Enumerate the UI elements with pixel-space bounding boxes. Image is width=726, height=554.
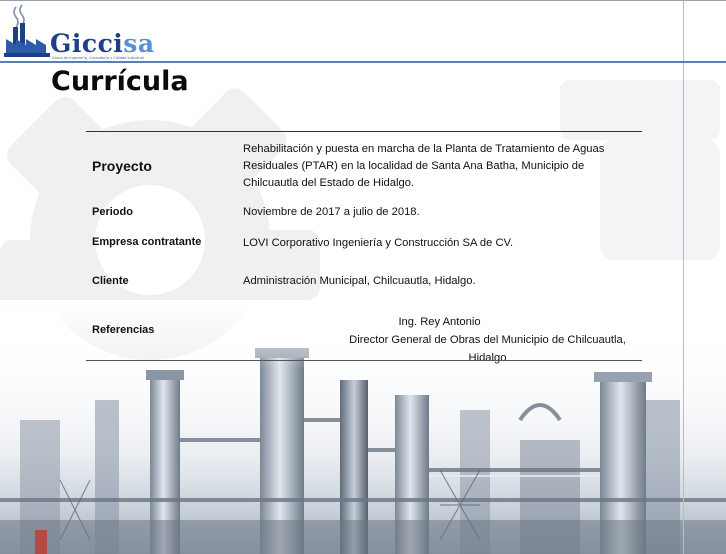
proyecto-value: Rehabilitación y puesta en marcha de la … <box>243 141 636 192</box>
referencia-name: Ing. Rey Antonio <box>398 316 481 328</box>
proyecto-value-line1: Rehabilitación y puesta en marcha de la … <box>243 143 605 155</box>
header-rule <box>0 61 726 63</box>
top-border <box>0 0 726 1</box>
empresa-label: Empresa contratante <box>92 236 202 248</box>
giccisa-logo: Giccisa Grupo de Ingeniería, Consultoría… <box>4 3 155 60</box>
referencias-value: Ing. Rey Antonio Director General de Obr… <box>243 313 636 367</box>
page-title: Currícula <box>51 66 189 97</box>
referencias-label: Referencias <box>92 324 155 336</box>
slide: Giccisa Grupo de Ingeniería, Consultoría… <box>0 0 726 554</box>
proyecto-label: Proyecto <box>92 158 152 174</box>
logo-tagline: Grupo de Ingeniería, Consultoría y Calid… <box>52 56 144 60</box>
table-top-rule <box>86 131 642 132</box>
proyecto-value-line3: Chilcuautla del Estado de Hidalgo. <box>243 177 415 189</box>
cliente-label: Cliente <box>92 275 129 287</box>
referencia-position: Director General de Obras del Municipio … <box>349 334 626 364</box>
table-bottom-rule <box>86 360 642 361</box>
factory-icon <box>4 4 50 57</box>
periodo-label: Periodo <box>92 206 133 218</box>
right-divider <box>683 0 684 554</box>
periodo-value: Noviembre de 2017 a julio de 2018. <box>243 206 420 218</box>
logo-wordmark: Giccisa <box>50 29 155 58</box>
proyecto-value-line2: Residuales (PTAR) en la localidad de San… <box>243 160 585 172</box>
cliente-value: Administración Municipal, Chilcuautla, H… <box>243 275 476 287</box>
empresa-value: LOVI Corporativo Ingeniería y Construcci… <box>243 237 514 249</box>
